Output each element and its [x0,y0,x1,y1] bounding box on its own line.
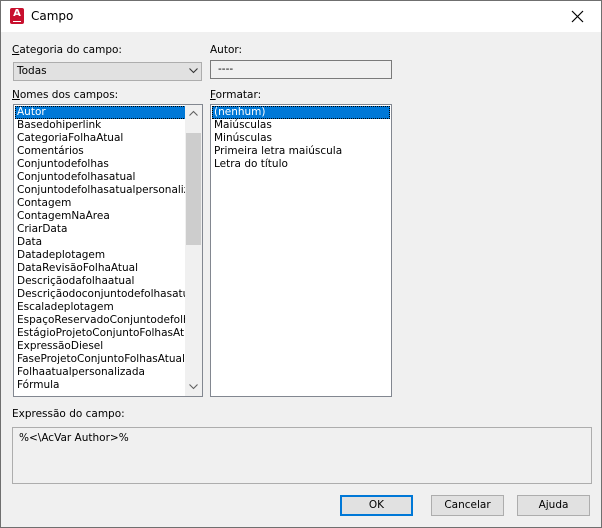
expression-value: %<\AcVar Author>% [19,432,129,444]
scroll-thumb[interactable] [186,133,201,245]
title-bar: A Campo [1,1,601,32]
help-button[interactable]: Ajuda [517,495,590,516]
format-item[interactable]: (nenhum) [212,106,390,119]
field-name-item[interactable]: CriarData [15,223,186,236]
author-value-box: ---- [210,60,392,79]
field-name-item[interactable]: DataRevisãoFolhaAtual [15,262,186,275]
format-list[interactable]: (nenhum) Maiúsculas Minúsculas Primeira let… [210,104,392,397]
field-name-item[interactable]: Descriçãodoconjuntodefolhasatual [15,288,186,301]
chevron-down-icon [189,384,198,390]
field-name-item[interactable]: Basedohiperlink [15,119,186,132]
category-selected: Todas [17,65,47,77]
format-label: Formatar: [210,89,262,101]
window-title: Campo [31,9,74,23]
expression-box[interactable]: %<\AcVar Author>% [12,427,592,484]
field-name-item[interactable]: Datadeplotagem [15,249,186,262]
close-button[interactable] [555,1,601,32]
author-label: Autor: [210,44,243,56]
field-names-label: Nomes dos campos: [12,89,119,101]
format-item[interactable]: Minúsculas [212,132,390,145]
field-name-item[interactable]: Escaladeplotagem [15,301,186,314]
field-name-item[interactable]: Conjuntodefolhasatual [15,171,186,184]
field-name-item[interactable]: EstágioProjetoConjuntoFolhasAtual [15,327,186,340]
field-name-item[interactable]: ContagemNaÁrea [15,210,186,223]
expression-label: Expressão do campo: [12,408,125,420]
field-names-list[interactable]: Autor Basedohiperlink CategoriaFolhaAtual C… [13,104,203,397]
format-item[interactable]: Maiúsculas [212,119,390,132]
field-name-item[interactable]: CategoriaFolhaAtual [15,132,186,145]
field-name-item[interactable]: ExpressãoDiesel [15,340,186,353]
author-value: ---- [218,63,234,75]
field-names-items: Autor Basedohiperlink CategoriaFolhaAtual C… [15,106,186,392]
autocad-icon: A [10,8,24,24]
chevron-down-icon [189,68,198,74]
campo-dialog: A Campo Categoria do campo: Todas Autor:… [0,0,602,528]
format-item[interactable]: Letra do título [212,158,390,171]
field-name-item[interactable]: Conjuntodefolhas [15,158,186,171]
cancel-button[interactable]: Cancelar [431,495,504,516]
field-name-item[interactable]: Conjuntodefolhasatualpersonalizado [15,184,186,197]
field-name-item[interactable]: Data [15,236,186,249]
field-name-item[interactable]: Contagem [15,197,186,210]
field-name-item[interactable]: Autor [15,106,186,119]
field-name-item[interactable]: Folhaatualpersonalizada [15,366,186,379]
format-items: (nenhum) Maiúsculas Minúsculas Primeira let… [212,106,390,171]
category-label: Categoria do campo: [12,44,122,56]
ok-button[interactable]: OK [340,495,413,516]
field-names-scrollbar[interactable] [185,105,202,396]
format-item[interactable]: Primeira letra maiúscula [212,145,390,158]
field-name-item[interactable]: Fórmula [15,379,186,392]
chevron-up-icon [189,110,198,116]
field-name-item[interactable]: FaseProjetoConjuntoFolhasAtual [15,353,186,366]
field-name-item[interactable]: EspaçoReservadoConjuntodefolhas [15,314,186,327]
field-name-item[interactable]: Comentários [15,145,186,158]
category-dropdown[interactable]: Todas [13,62,202,81]
close-icon [571,10,584,23]
scroll-down-button[interactable] [185,379,202,396]
scroll-up-button[interactable] [185,105,202,122]
field-name-item[interactable]: Descriçãodafolhaatual [15,275,186,288]
